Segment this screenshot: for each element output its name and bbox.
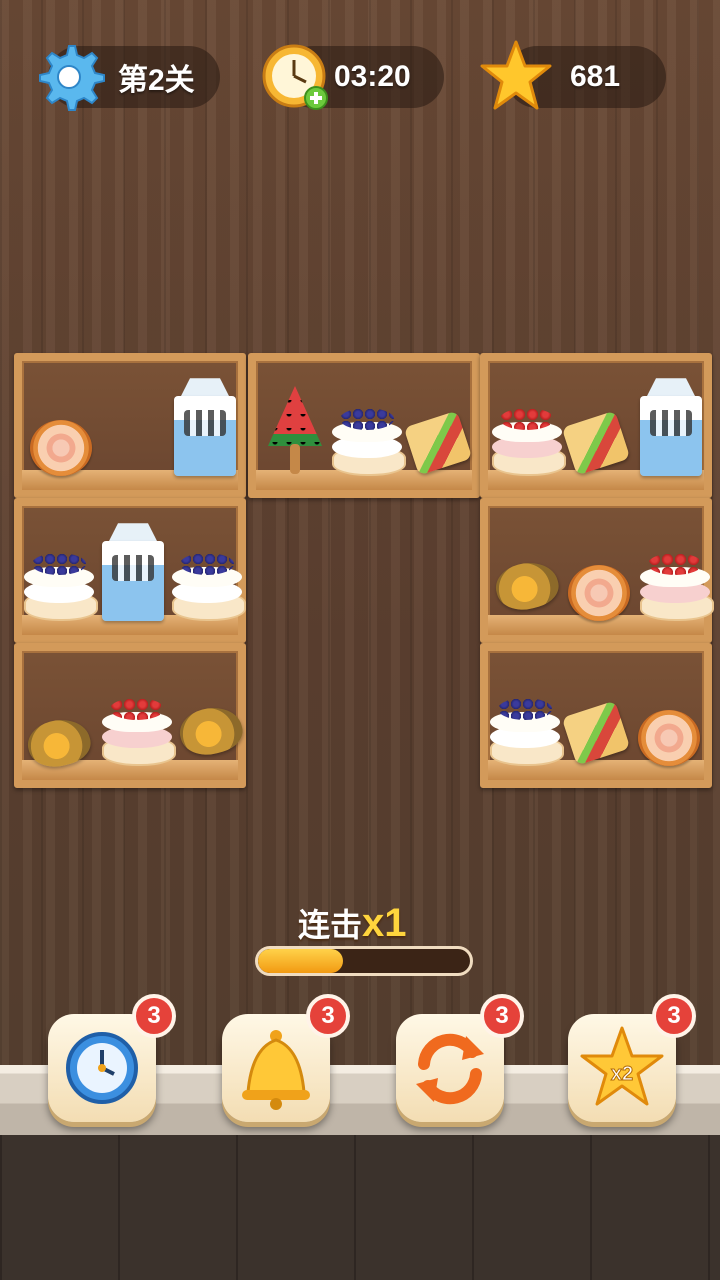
double-score-count-badge: 3 — [652, 994, 696, 1038]
star-icon — [480, 40, 552, 110]
croissant-item[interactable] — [491, 555, 563, 617]
blueberry-cake-item[interactable] — [24, 551, 98, 621]
level-label: 第2关 — [118, 64, 195, 97]
shelf-3[interactable] — [480, 353, 712, 498]
croissant-item[interactable] — [23, 712, 95, 774]
shelf-7[interactable] — [480, 643, 712, 788]
shuffle-count-badge: 3 — [480, 994, 524, 1038]
watermelon-popsicle-item[interactable] — [268, 386, 322, 476]
strawberry-cake-item[interactable] — [102, 696, 176, 766]
combo-multiplier: x1 — [362, 901, 407, 945]
pizza-item[interactable] — [30, 420, 92, 476]
shelf-5[interactable] — [480, 498, 714, 643]
score-value: 681 — [570, 60, 621, 93]
blueberry-cake-item[interactable] — [172, 551, 246, 621]
shelf-2[interactable] — [248, 353, 480, 498]
strawberry-cake-item[interactable] — [640, 551, 714, 621]
add-time-clock-icon[interactable] — [258, 40, 332, 114]
milk-carton-item[interactable] — [174, 376, 236, 476]
combo-label: 连击 — [298, 907, 363, 943]
gear-icon[interactable] — [32, 40, 106, 114]
croissant-item[interactable] — [175, 700, 247, 762]
strawberry-cake-item[interactable] — [492, 406, 566, 476]
hint-bell-button[interactable]: 3 — [222, 994, 350, 1122]
shelf-6[interactable] — [14, 643, 247, 788]
hint-bell-count-badge: 3 — [306, 994, 350, 1038]
shuffle-button[interactable]: 3 — [396, 994, 524, 1122]
pizza-item[interactable] — [638, 710, 700, 766]
sandwich-item[interactable] — [564, 412, 628, 476]
combo-progress-fill — [258, 949, 343, 973]
combo-indicator: 连击x1 — [298, 900, 407, 946]
milk-carton-item[interactable] — [102, 521, 164, 621]
timer-value: 03:20 — [334, 60, 411, 93]
double-score-label: x2 — [611, 1063, 633, 1085]
sandwich-item[interactable] — [406, 412, 470, 476]
blueberry-cake-item[interactable] — [490, 696, 564, 766]
shelf-1[interactable] — [14, 353, 246, 498]
freeze-time-count-badge: 3 — [132, 994, 176, 1038]
milk-carton-item[interactable] — [640, 376, 702, 476]
freeze-time-button[interactable]: 3 — [48, 994, 176, 1122]
floor — [0, 1135, 720, 1280]
pizza-item[interactable] — [568, 565, 630, 621]
sandwich-item[interactable] — [564, 702, 628, 766]
blueberry-cake-item[interactable] — [332, 406, 406, 476]
double-score-button[interactable]: x2 3 — [568, 994, 696, 1122]
combo-progress-bar — [255, 946, 473, 976]
shelf-4[interactable] — [14, 498, 246, 643]
